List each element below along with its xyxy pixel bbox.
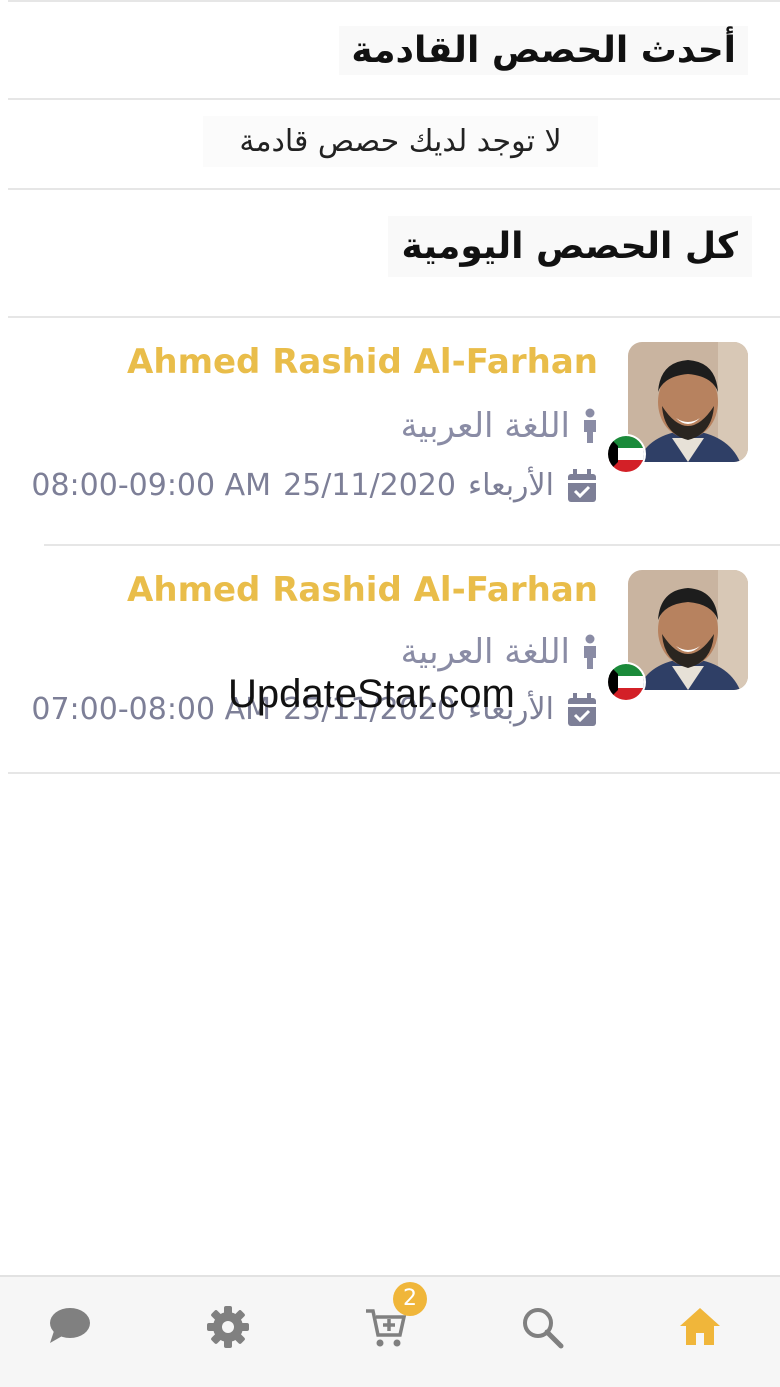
teacher-name: Ahmed Rashid Al-Farhan xyxy=(127,342,598,382)
session-day: الأربعاء xyxy=(467,468,554,503)
search-icon xyxy=(523,1308,564,1349)
subject-row: اللغة العربية xyxy=(401,632,598,672)
session-card[interactable]: Ahmed Rashid Al-Farhan اللغة العربية الأ… xyxy=(8,546,780,774)
cart-badge: 2 xyxy=(393,1282,427,1316)
bottom-nav xyxy=(0,1275,780,1387)
calendar-check-icon xyxy=(568,468,596,502)
daily-title: كل الحصص اليومية xyxy=(387,216,752,277)
teacher-name: Ahmed Rashid Al-Farhan xyxy=(127,570,598,610)
person-icon xyxy=(584,408,596,443)
teacher-avatar xyxy=(628,570,748,690)
subject-row: اللغة العربية xyxy=(401,406,598,446)
session-card[interactable]: Ahmed Rashid Al-Farhan اللغة العربية الأ… xyxy=(31,318,780,546)
kuwait-flag-icon xyxy=(606,434,646,474)
watermark: UpdateStar.com xyxy=(228,672,515,716)
person-icon xyxy=(584,634,596,669)
chat-icon xyxy=(50,1308,90,1343)
kuwait-flag-icon xyxy=(606,662,646,702)
daily-header: كل الحصص اليومية xyxy=(8,190,780,318)
teacher-avatar xyxy=(628,342,748,462)
session-date: 25/11/2020 xyxy=(283,468,456,503)
upcoming-empty-state: لا توجد لديك حصص قادمة xyxy=(8,98,780,190)
date-row: الأربعاء 25/11/2020 08:00-09:00 AM xyxy=(19,468,598,503)
nav-chat[interactable] xyxy=(46,1305,96,1355)
subject-label: اللغة العربية xyxy=(400,632,570,672)
nav-settings[interactable] xyxy=(206,1305,256,1355)
upcoming-header: أحدث الحصص القادمة xyxy=(8,0,780,100)
calendar-check-icon xyxy=(568,692,596,726)
upcoming-title: أحدث الحصص القادمة xyxy=(339,26,748,75)
nav-search[interactable] xyxy=(520,1305,570,1355)
subject-label: اللغة العربية xyxy=(400,406,570,446)
empty-message: لا توجد لديك حصص قادمة xyxy=(203,116,598,167)
home-icon xyxy=(680,1308,720,1345)
nav-home[interactable] xyxy=(678,1305,728,1355)
gear-icon xyxy=(207,1306,249,1348)
session-time: 08:00-09:00 AM xyxy=(31,468,272,503)
